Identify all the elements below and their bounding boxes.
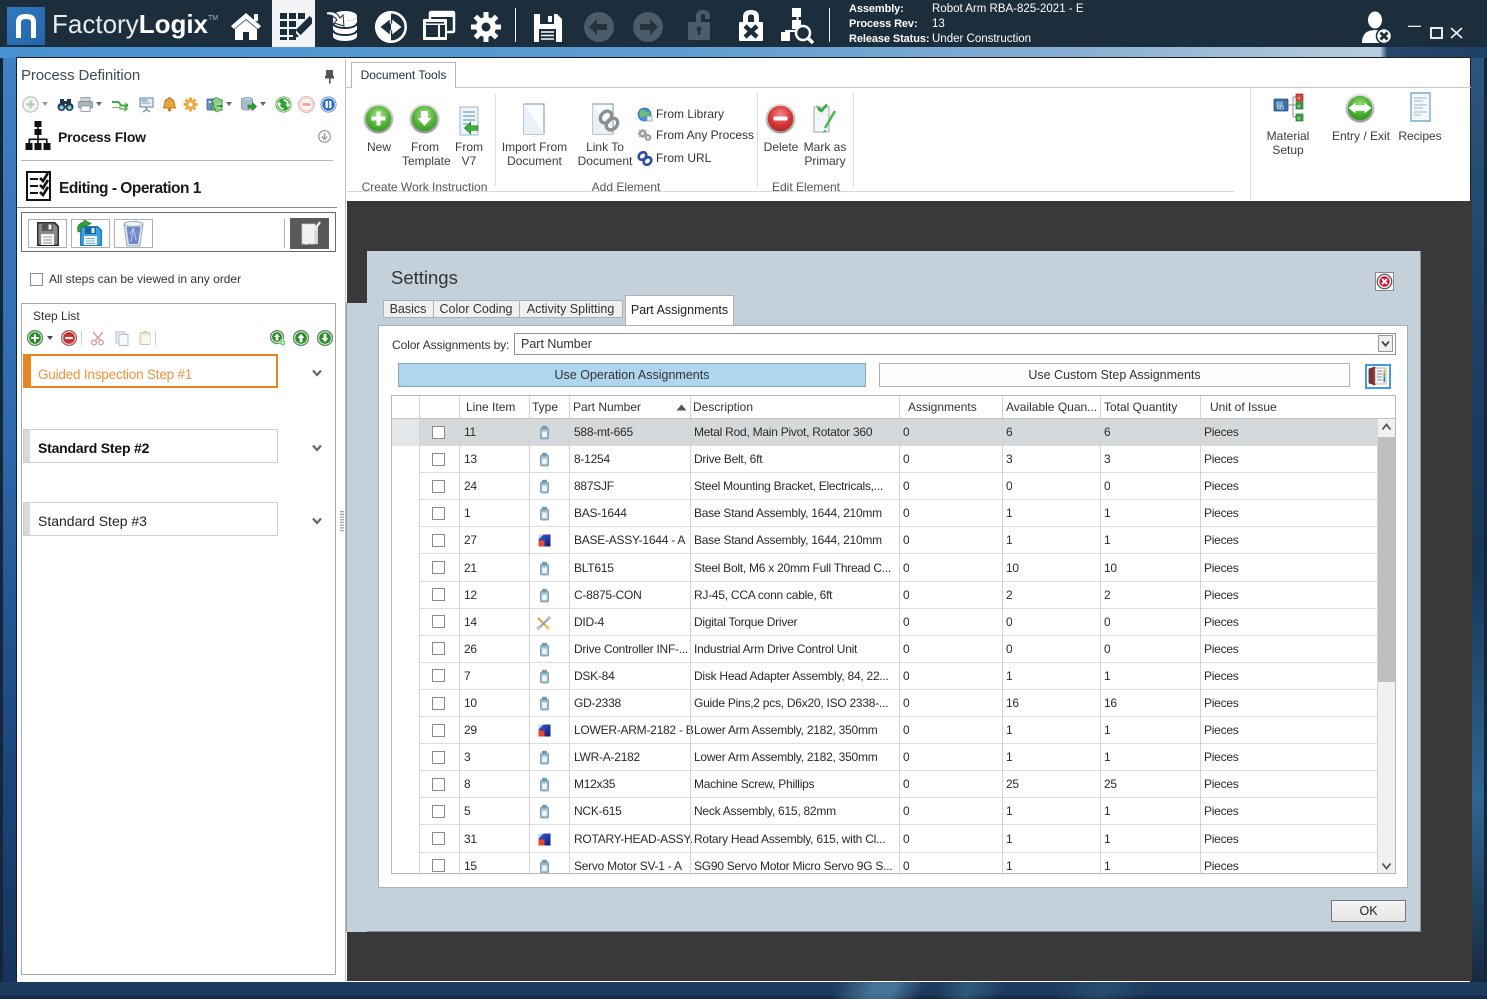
svg-text:M3: M3	[1277, 106, 1284, 112]
